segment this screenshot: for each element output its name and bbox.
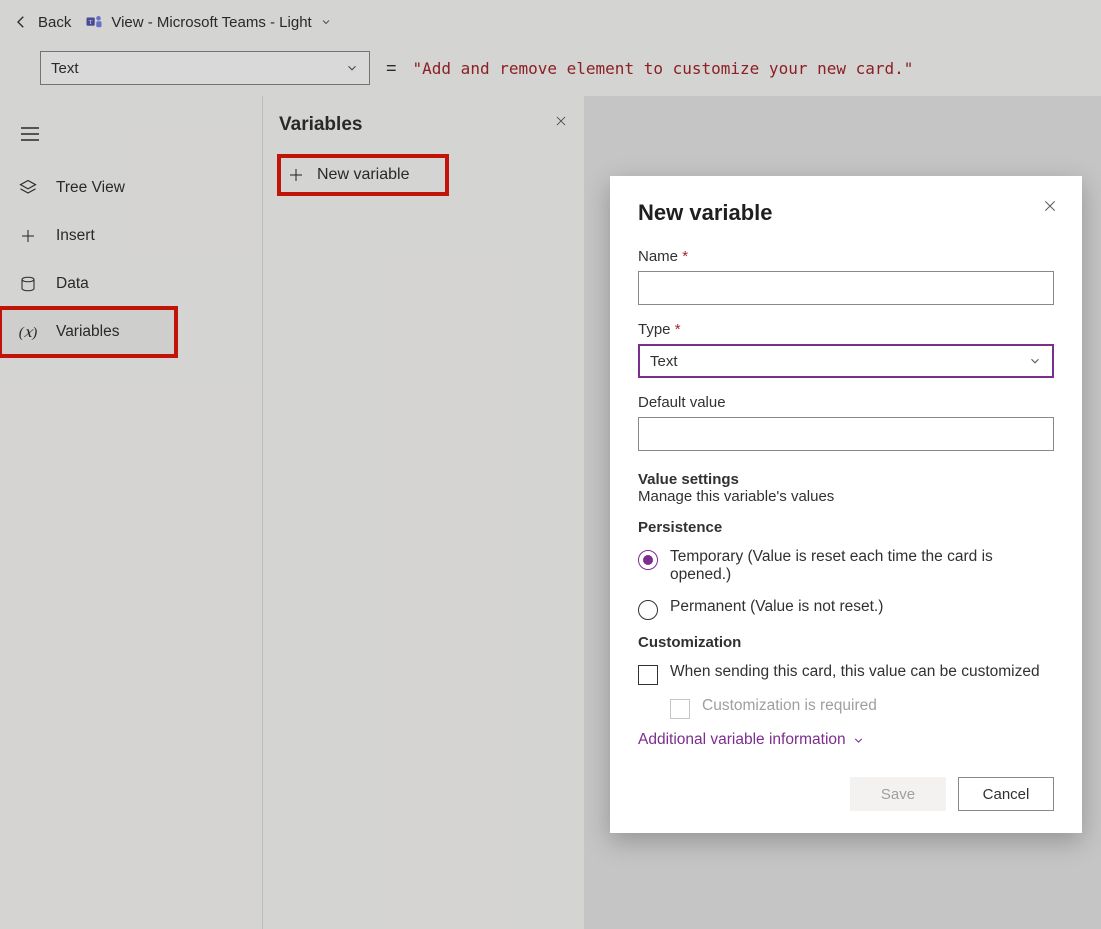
variables-panel-title: Variables — [279, 114, 568, 136]
nav-label: Variables — [56, 323, 119, 341]
chevron-down-icon — [1028, 354, 1042, 368]
teams-icon: T — [85, 13, 103, 31]
checkbox-disabled-icon — [670, 699, 690, 719]
svg-text:T: T — [89, 20, 93, 26]
back-button[interactable]: Back — [12, 13, 71, 31]
formula-value: "Add and remove element to customize you… — [413, 59, 914, 78]
hamburger-button[interactable] — [10, 114, 50, 154]
save-label: Save — [881, 786, 915, 803]
close-panel-button[interactable] — [554, 114, 568, 128]
new-variable-label: New variable — [317, 166, 409, 184]
layers-icon — [18, 178, 38, 198]
plus-icon — [18, 227, 38, 245]
name-label: Name * — [638, 248, 1054, 265]
checkbox-icon — [638, 665, 658, 685]
formula-input[interactable]: "Add and remove element to customize you… — [413, 51, 1061, 85]
nav-label: Tree View — [56, 179, 125, 197]
plus-icon — [287, 166, 305, 184]
value-settings-subtext: Manage this variable's values — [638, 488, 1054, 505]
type-select[interactable]: Text — [638, 344, 1054, 378]
equals-label: = — [380, 58, 403, 79]
back-arrow-icon — [12, 13, 30, 31]
property-selector[interactable]: Text — [40, 51, 370, 85]
chevron-down-icon — [320, 16, 332, 28]
nav-item-data[interactable]: Data — [0, 260, 262, 308]
cancel-label: Cancel — [983, 786, 1030, 803]
cancel-button[interactable]: Cancel — [958, 777, 1054, 811]
radio-label: Temporary (Value is reset each time the … — [670, 548, 1054, 584]
new-variable-dialog: New variable Name * Type * Text Default … — [610, 176, 1082, 833]
property-selector-value: Text — [51, 60, 79, 77]
dialog-title: New variable — [638, 200, 1054, 226]
customization-required-checkbox: Customization is required — [670, 697, 1054, 719]
persistence-permanent-option[interactable]: Permanent (Value is not reset.) — [638, 598, 1054, 620]
customize-checkbox[interactable]: When sending this card, this value can b… — [638, 663, 1054, 685]
default-value-input[interactable] — [638, 417, 1054, 451]
type-label: Type * — [638, 321, 1054, 338]
new-variable-button[interactable]: New variable — [279, 156, 447, 194]
radio-selected-icon — [638, 550, 658, 570]
value-settings-header: Value settings — [638, 471, 1054, 488]
variable-icon: (𝑥) — [18, 323, 38, 342]
save-button[interactable]: Save — [850, 777, 946, 811]
variables-panel: Variables New variable — [262, 96, 584, 929]
type-select-value: Text — [650, 353, 678, 370]
customization-header: Customization — [638, 634, 1054, 651]
back-label: Back — [38, 14, 71, 31]
checkbox-label: Customization is required — [702, 697, 877, 715]
checkbox-label: When sending this card, this value can b… — [670, 663, 1040, 681]
persistence-temporary-option[interactable]: Temporary (Value is reset each time the … — [638, 548, 1054, 584]
radio-label: Permanent (Value is not reset.) — [670, 598, 883, 616]
radio-unselected-icon — [638, 600, 658, 620]
dialog-close-button[interactable] — [1042, 198, 1058, 214]
nav-item-tree-view[interactable]: Tree View — [0, 164, 262, 212]
view-theme-switcher[interactable]: T View - Microsoft Teams - Light — [85, 13, 331, 31]
database-icon — [18, 275, 38, 293]
persistence-header: Persistence — [638, 519, 1054, 536]
chevron-down-icon — [345, 61, 359, 75]
nav-label: Data — [56, 275, 89, 293]
name-input[interactable] — [638, 271, 1054, 305]
nav-item-insert[interactable]: Insert — [0, 212, 262, 260]
additional-info-toggle[interactable]: Additional variable information — [638, 731, 1054, 749]
left-rail: Tree View Insert Data (𝑥) Variables — [0, 96, 262, 929]
nav-item-variables[interactable]: (𝑥) Variables — [0, 308, 176, 356]
nav-label: Insert — [56, 227, 95, 245]
chevron-down-icon — [852, 734, 865, 747]
link-label: Additional variable information — [638, 731, 846, 749]
view-theme-label: View - Microsoft Teams - Light — [111, 14, 311, 31]
default-value-label: Default value — [638, 394, 1054, 411]
